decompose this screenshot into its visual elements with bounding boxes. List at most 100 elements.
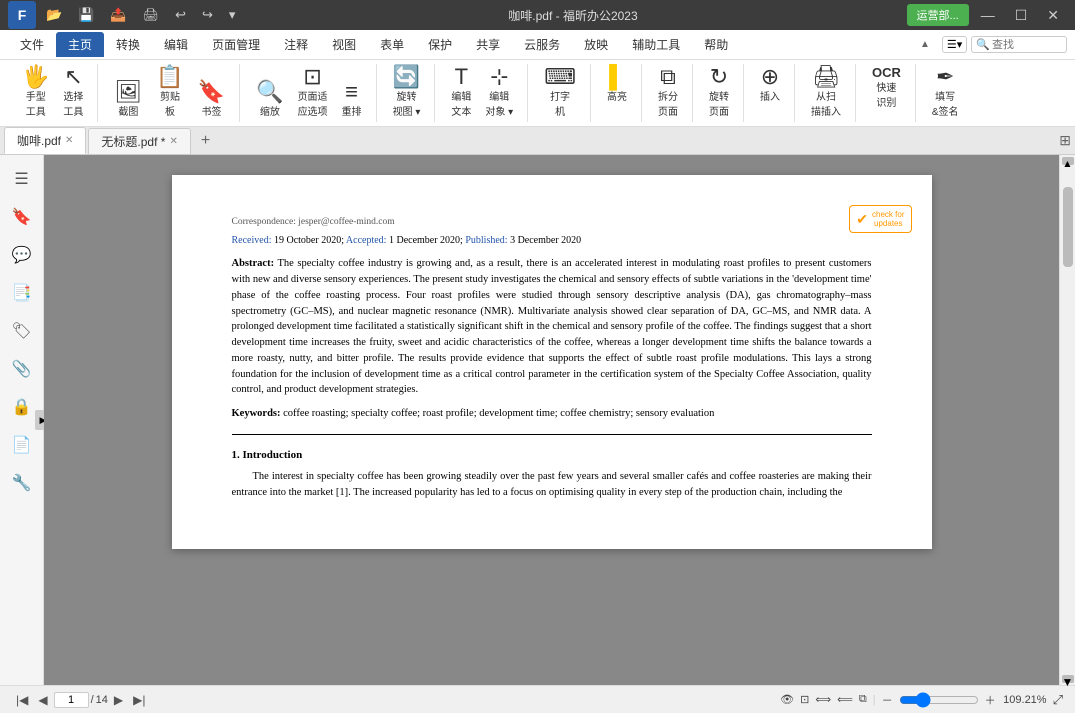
bookmark-label: 书签 [201, 103, 221, 118]
reflow-button[interactable]: ≡ 重排 [336, 79, 368, 120]
pin-button[interactable]: ⊞ [1059, 132, 1071, 149]
sidebar-icon-attach[interactable]: 📎 [6, 353, 38, 385]
zoom-separator: | [873, 694, 876, 706]
clipboard-button[interactable]: 📋 剪贴板 [150, 64, 189, 120]
dropdown-icon[interactable]: ▾ [225, 5, 240, 25]
ocr-label: 快速识别 [876, 79, 896, 109]
sidebar-icon-lock[interactable]: 🔒 [6, 391, 38, 423]
view-mode-icon[interactable]: 👁 [780, 693, 794, 706]
search-icon: 🔍 [976, 38, 990, 51]
screenshot-label: 截图 [118, 103, 138, 118]
account-button[interactable]: 运营部... [907, 4, 969, 26]
fit-page-status-icon[interactable]: ⊡ [800, 693, 809, 706]
sidebar-icon-hand[interactable]: ☰ [6, 163, 38, 195]
tab-file[interactable]: 文件 [8, 32, 56, 57]
tab-share[interactable]: 共享 [464, 32, 512, 57]
tab-home[interactable]: 主页 [56, 32, 104, 57]
zoom-out-button[interactable]: － [882, 692, 893, 708]
scroll-down-button[interactable]: ▼ [1062, 675, 1074, 683]
split-page-button[interactable]: ⧉ 拆分页面 [652, 64, 684, 120]
doc-tab-coffee-close[interactable]: ✕ [65, 135, 73, 146]
fill-sign-button[interactable]: ✒ 填写&签名 [926, 64, 965, 120]
insert-button[interactable]: ⊕ 插入 [754, 64, 786, 105]
highlight-icon: ▌ [609, 66, 625, 88]
search-input[interactable] [992, 39, 1062, 51]
zoom-slider[interactable] [899, 692, 979, 708]
first-page-button[interactable]: |◀ [12, 691, 32, 709]
last-page-button[interactable]: ▶| [129, 691, 149, 709]
tab-form[interactable]: 表单 [368, 32, 416, 57]
sidebar-icon-comment[interactable]: 💬 [6, 239, 38, 271]
tab-convert[interactable]: 转换 [104, 32, 152, 57]
keywords-paragraph: Keywords: coffee roasting; specialty cof… [232, 406, 872, 422]
rotate-view-button[interactable]: 🔄 旋转视图 ▾ [387, 64, 427, 120]
minimize-button[interactable]: ― [973, 3, 1003, 27]
close-button[interactable]: ✕ [1039, 3, 1067, 28]
ribbon-group-split: ⧉ 拆分页面 [644, 64, 693, 122]
tab-annotate[interactable]: 注释 [272, 32, 320, 57]
sidebar-icon-page[interactable]: 📄 [6, 429, 38, 461]
export-icon[interactable]: 📤 [106, 5, 130, 25]
tab-assist[interactable]: 辅助工具 [620, 32, 692, 57]
ribbon-group-typewriter: ⌨ 打字机 [530, 64, 591, 122]
fullscreen-button[interactable]: ⤢ [1053, 692, 1063, 708]
rotate-page-button[interactable]: ↻ 旋转页面 [703, 64, 735, 120]
scroll-up-button[interactable]: ▲ [1062, 157, 1074, 165]
rotate-view-label: 旋转视图 ▾ [393, 88, 421, 118]
tab-present[interactable]: 放映 [572, 32, 620, 57]
page-number-input[interactable] [54, 692, 89, 708]
doc-tab-untitled-close[interactable]: ✕ [169, 136, 177, 147]
tab-edit[interactable]: 编辑 [152, 32, 200, 57]
edit-object-button[interactable]: ⊹ 编辑对象 ▾ [479, 64, 519, 120]
scrollbar-track[interactable] [1062, 167, 1074, 673]
tab-help[interactable]: 帮助 [692, 32, 740, 57]
received-line: Received: 19 October 2020; Accepted: 1 D… [232, 233, 872, 248]
sidebar-icon-tag[interactable]: 🏷 [6, 315, 38, 347]
fit-page-button[interactable]: ⊡ 页面适应选项 [292, 64, 334, 120]
fit-width-status-icon[interactable]: ⟺ [815, 693, 831, 706]
zoom-button[interactable]: 🔍 缩放 [250, 79, 289, 120]
tab-cloud[interactable]: 云服务 [512, 32, 572, 57]
from-scan-button[interactable]: 🖨 从扫描插入 [805, 64, 847, 120]
ribbon-group-clip: 🖼 截图 📋 剪贴板 🔖 书签 [100, 64, 240, 122]
abstract-label: Abstract: [232, 258, 275, 269]
select-tool-button[interactable]: ↖ 选择工具 [57, 64, 89, 120]
hand-tool-button[interactable]: 🖐 手型工具 [16, 64, 55, 120]
next-page-button[interactable]: ▶ [110, 691, 127, 709]
maximize-button[interactable]: ☐ [1007, 3, 1036, 28]
save-icon[interactable]: 💾 [74, 5, 98, 25]
prev-page-button[interactable]: ◀ [34, 691, 51, 709]
new-tab-button[interactable]: + [193, 128, 218, 154]
print-icon[interactable]: 🖨 [139, 5, 164, 25]
doc-tab-coffee[interactable]: 咖啡.pdf ✕ [4, 127, 86, 154]
zoom-in-button[interactable]: ＋ [985, 692, 996, 708]
tab-view[interactable]: 视图 [320, 32, 368, 57]
status-bar: |◀ ◀ / 14 ▶ ▶| 👁 ⊡ ⟺ ⟸ ⧉ | － ＋ 109.21% ⤢ [0, 685, 1075, 713]
open-icon[interactable]: 📂 [42, 5, 66, 25]
fit-height-status-icon[interactable]: ⟸ [837, 693, 853, 706]
title-bar: F 📂 💾 📤 🖨 ↩ ↪ ▾ 咖啡.pdf - 福昕办公2023 运营部...… [0, 0, 1075, 30]
spread-icon[interactable]: ⧉ [859, 693, 867, 706]
from-scan-icon: 🖨 [812, 66, 840, 88]
undo-icon[interactable]: ↩ [171, 5, 190, 25]
sidebar-icon-tools[interactable]: 🔧 [6, 467, 38, 499]
doc-tab-untitled[interactable]: 无标题.pdf * ✕ [88, 128, 190, 154]
redo-icon[interactable]: ↪ [198, 5, 217, 25]
typewriter-button[interactable]: ⌨ 打字机 [538, 64, 582, 120]
sidebar-icon-bookmark[interactable]: 🔖 [6, 201, 38, 233]
ribbon-collapse-button[interactable]: ▲ [916, 37, 934, 52]
tab-protect[interactable]: 保护 [416, 32, 464, 57]
sidebar-icon-layers[interactable]: 📑 [6, 277, 38, 309]
edit-text-button[interactable]: T 编辑文本 [445, 64, 477, 120]
clipboard-icon: 📋 [156, 66, 183, 88]
rotate-page-label: 旋转页面 [709, 88, 729, 118]
bookmark-icon: 🔖 [198, 81, 225, 103]
bookmark-button[interactable]: 🔖 书签 [192, 79, 231, 120]
screenshot-button[interactable]: 🖼 截图 [108, 79, 148, 120]
split-page-icon: ⧉ [660, 66, 676, 88]
pdf-area[interactable]: ✔ check forupdates Correspondence: jespe… [44, 155, 1059, 685]
highlight-button[interactable]: ▌ 高亮 [601, 64, 633, 105]
ocr-button[interactable]: OCR 快速识别 [866, 64, 907, 111]
tab-page-manage[interactable]: 页面管理 [200, 32, 272, 57]
scrollbar-thumb[interactable] [1063, 187, 1073, 267]
